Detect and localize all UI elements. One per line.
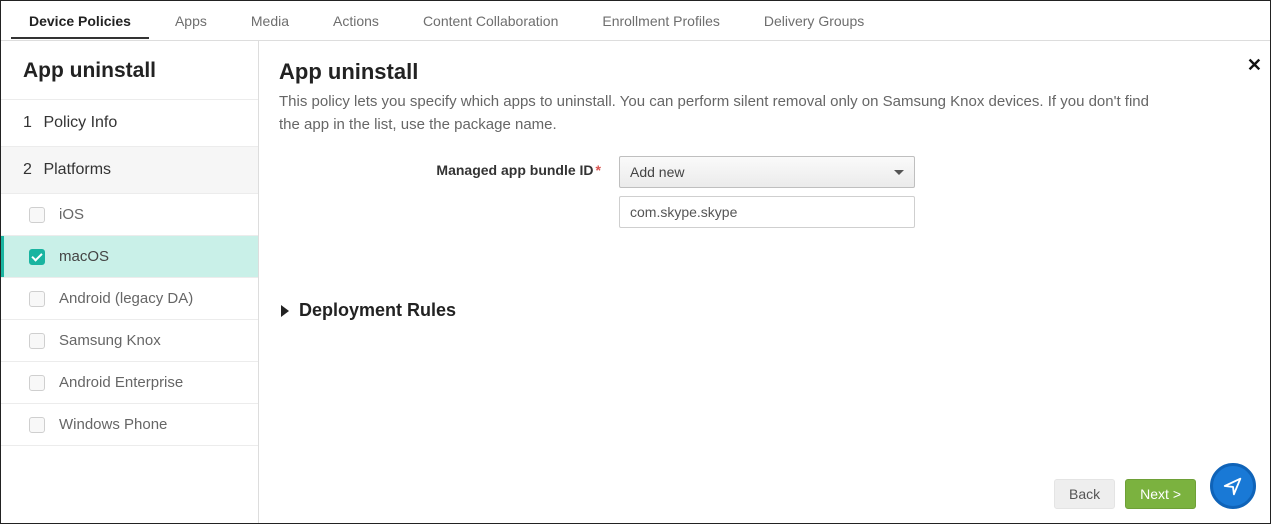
checkbox[interactable] bbox=[29, 333, 45, 349]
close-icon[interactable]: ✕ bbox=[1247, 55, 1262, 76]
checkbox[interactable] bbox=[29, 207, 45, 223]
platform-macos[interactable]: macOS bbox=[1, 236, 258, 278]
step-label: Policy Info bbox=[43, 114, 117, 131]
platform-android-enterprise[interactable]: Android Enterprise bbox=[1, 362, 258, 404]
step-policy-info[interactable]: 1 Policy Info bbox=[1, 100, 258, 147]
step-number: 1 bbox=[23, 114, 39, 132]
bundle-id-select[interactable]: Add new bbox=[619, 156, 915, 188]
platform-samsung-knox[interactable]: Samsung Knox bbox=[1, 320, 258, 362]
tab-media[interactable]: Media bbox=[229, 3, 311, 38]
platform-label: macOS bbox=[59, 248, 109, 265]
deployment-rules-label: Deployment Rules bbox=[299, 300, 456, 321]
back-button[interactable]: Back bbox=[1054, 479, 1115, 509]
step-label: Platforms bbox=[43, 161, 111, 178]
select-value: Add new bbox=[630, 164, 684, 180]
sidebar: App uninstall 1 Policy Info 2 Platforms … bbox=[1, 41, 259, 523]
platform-label: Android Enterprise bbox=[59, 374, 183, 391]
footer-buttons: Back Next > bbox=[1054, 479, 1196, 509]
page-description: This policy lets you specify which apps … bbox=[279, 91, 1159, 136]
platform-label: Samsung Knox bbox=[59, 332, 161, 349]
checkbox[interactable] bbox=[29, 249, 45, 265]
help-fab[interactable] bbox=[1210, 463, 1256, 509]
platform-windows-phone[interactable]: Windows Phone bbox=[1, 404, 258, 446]
checkbox[interactable] bbox=[29, 375, 45, 391]
checkbox[interactable] bbox=[29, 417, 45, 433]
navigate-icon bbox=[1222, 475, 1244, 497]
label-text: Managed app bundle ID bbox=[436, 162, 593, 178]
platform-android-legacy-da[interactable]: Android (legacy DA) bbox=[1, 278, 258, 320]
caret-right-icon bbox=[281, 305, 289, 317]
tab-actions[interactable]: Actions bbox=[311, 3, 401, 38]
sidebar-title: App uninstall bbox=[1, 41, 258, 100]
next-button[interactable]: Next > bbox=[1125, 479, 1196, 509]
bundle-id-input[interactable] bbox=[619, 196, 915, 228]
tab-apps[interactable]: Apps bbox=[153, 3, 229, 38]
required-asterisk: * bbox=[596, 162, 601, 178]
form-row-bundle-id: Managed app bundle ID* Add new bbox=[279, 156, 1250, 228]
step-platforms[interactable]: 2 Platforms bbox=[1, 147, 258, 194]
bundle-id-label: Managed app bundle ID* bbox=[279, 156, 619, 178]
platform-label: Android (legacy DA) bbox=[59, 290, 193, 307]
tab-enrollment-profiles[interactable]: Enrollment Profiles bbox=[580, 3, 742, 38]
checkbox[interactable] bbox=[29, 291, 45, 307]
deployment-rules-toggle[interactable]: Deployment Rules bbox=[279, 300, 1250, 321]
platform-label: Windows Phone bbox=[59, 416, 167, 433]
top-nav: Device Policies Apps Media Actions Conte… bbox=[1, 1, 1270, 41]
step-number: 2 bbox=[23, 161, 39, 179]
tab-device-policies[interactable]: Device Policies bbox=[7, 3, 153, 38]
tab-content-collaboration[interactable]: Content Collaboration bbox=[401, 3, 580, 38]
platform-ios[interactable]: iOS bbox=[1, 194, 258, 236]
tab-delivery-groups[interactable]: Delivery Groups bbox=[742, 3, 886, 38]
chevron-down-icon bbox=[894, 170, 904, 175]
platform-label: iOS bbox=[59, 206, 84, 223]
main-panel: ✕ App uninstall This policy lets you spe… bbox=[259, 41, 1270, 523]
page-title: App uninstall bbox=[279, 59, 1250, 85]
